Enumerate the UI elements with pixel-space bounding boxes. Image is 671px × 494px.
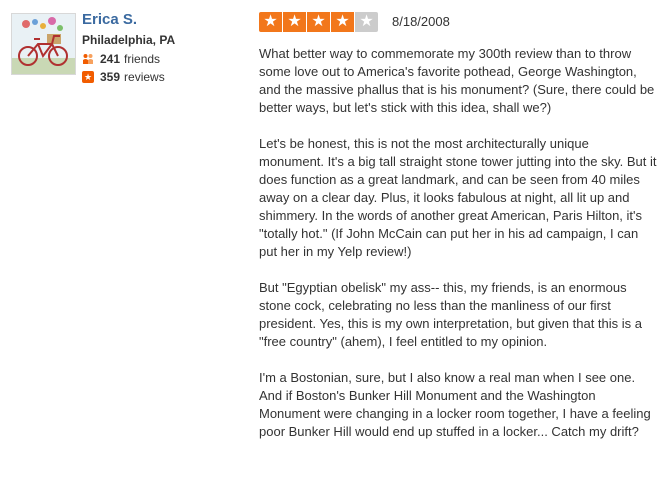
user-avatar[interactable] (11, 13, 76, 75)
reviews-count: 359 (100, 70, 121, 84)
star-icon: ★ (331, 12, 354, 32)
review-paragraph: But "Egyptian obelisk" my ass-- this, my… (259, 280, 642, 349)
star-icon: ★ (82, 71, 94, 83)
bicycle-photo-icon (12, 14, 75, 74)
reviews-label: reviews (124, 70, 165, 84)
reviews-stat[interactable]: ★ 359 reviews (82, 70, 165, 84)
review-paragraph: What better way to commemorate my 300th … (259, 46, 655, 115)
user-name[interactable]: Erica S. (82, 11, 137, 28)
review-paragraph: Let's be honest, this is not the most ar… (259, 136, 657, 259)
review-date: 8/18/2008 (392, 14, 450, 29)
friends-count: 241 (100, 52, 121, 66)
user-location: Philadelphia, PA (82, 33, 176, 47)
review-text: What better way to commemorate my 300th … (259, 45, 657, 459)
star-icon: ★ (355, 12, 378, 32)
review-paragraph: I'm a Bostonian, sure, but I also know a… (259, 370, 651, 439)
star-icon: ★ (259, 12, 282, 32)
friends-icon (83, 54, 93, 64)
star-icon: ★ (307, 12, 330, 32)
star-rating: ★ ★ ★ ★ ★ (259, 12, 378, 32)
friends-stat[interactable]: 241 friends (82, 52, 160, 66)
friends-label: friends (124, 52, 161, 66)
star-icon: ★ (283, 12, 306, 32)
